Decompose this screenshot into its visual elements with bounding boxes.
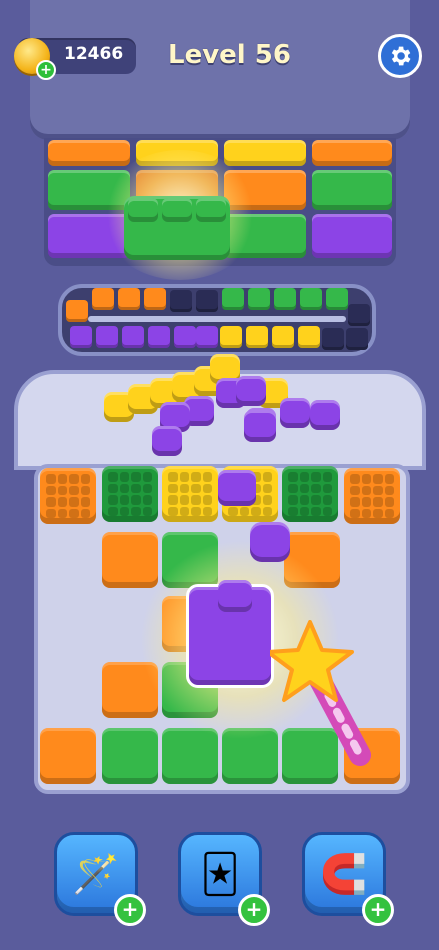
board-cell[interactable] [40,468,96,524]
shelf-block[interactable] [312,140,392,166]
star-wand-icon [270,620,371,766]
flying-cube [250,522,290,562]
pile-cube [280,398,310,428]
pile-cube [152,426,182,456]
board-cell[interactable] [40,728,96,784]
pile-cube [310,400,340,430]
conveyor-cube [248,288,270,310]
shelf-block[interactable] [48,140,130,166]
wand-icon: 🪄 [72,851,120,896]
conveyor-cube [272,326,294,348]
flying-cube [218,470,256,506]
shelf-block[interactable] [312,214,392,258]
add-coins-button[interactable]: + [36,60,56,80]
board-cell[interactable] [282,466,338,522]
conveyor-rail [88,316,346,322]
conveyor-cube [122,326,144,348]
coin-count: 12466 [64,44,124,64]
add-wand-button[interactable]: + [114,894,146,926]
settings-button[interactable] [378,34,422,78]
conveyor-cube [220,326,242,348]
conveyor-cube [246,326,268,348]
selected-block-stud [196,198,226,222]
conveyor-cube [298,326,320,348]
flying-cube [244,410,276,442]
conveyor-cube [66,300,88,322]
conveyor-cube [148,326,170,348]
conveyor-cube [274,288,296,310]
flying-cube [218,580,252,612]
board-cell[interactable] [102,728,158,784]
board-cell[interactable] [162,466,218,522]
conveyor-cube [144,288,166,310]
add-jester-button[interactable]: + [238,894,270,926]
selected-block-stud [162,198,192,222]
board-cell[interactable] [102,466,158,522]
level-title: Level 56 [168,40,291,70]
pile-cube [236,376,266,406]
board-cell[interactable] [162,728,218,784]
add-magnet-button[interactable]: + [362,894,394,926]
conveyor-cube [92,288,114,310]
selected-block-stud [128,198,158,222]
conveyor-slot [196,290,218,312]
shelf-block[interactable] [224,140,306,166]
magnet-icon: 🧲 [320,851,368,896]
conveyor-cube [300,288,322,310]
conveyor-slot [322,328,344,350]
conveyor-cube [326,288,348,310]
conveyor-slot [170,290,192,312]
conveyor-slot [346,328,368,350]
shelf-block[interactable] [312,170,392,210]
jester-hat-icon: 🃏 [200,852,240,896]
conveyor-cube [70,326,92,348]
board-cell[interactable] [344,468,400,524]
conveyor-cube [222,288,244,310]
conveyor-cube [196,326,218,348]
conveyor-cube [118,288,140,310]
conveyor-slot [348,304,370,326]
conveyor-cube [96,326,118,348]
gear-icon [391,46,411,66]
board-cell[interactable] [102,532,158,588]
conveyor-cube [174,326,196,348]
